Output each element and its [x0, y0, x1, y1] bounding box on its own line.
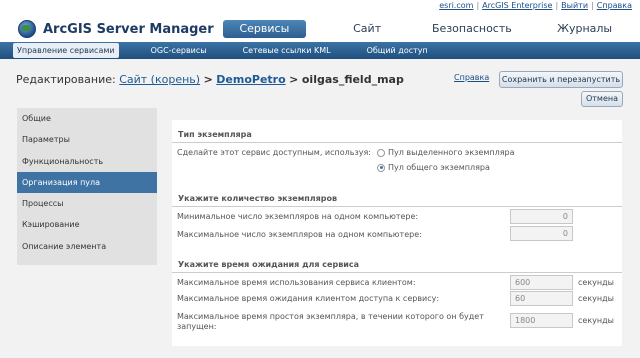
section-divider	[172, 272, 622, 273]
sub-nav: Управление сервисами OGC-сервисы Сетевые…	[0, 42, 640, 59]
breadcrumb: Редактирование: Сайт (корень) > DemoPetr…	[16, 73, 404, 86]
radio-dedicated-pool[interactable]: Пул выделенного экземпляра	[377, 148, 515, 157]
main-nav: Сервисы Сайт Безопасность Журналы	[223, 20, 626, 38]
sidebar: Общие Параметры Функциональность Организ…	[17, 108, 157, 265]
radio-shared-dot[interactable]	[377, 163, 385, 172]
tab-services[interactable]: Сервисы	[223, 20, 306, 38]
instance-type-prompt: Сделайте этот сервис доступным, использу…	[177, 148, 371, 157]
help-link[interactable]: Справка	[454, 73, 489, 82]
sidebar-item-processes[interactable]: Процессы	[17, 193, 157, 214]
max-usage-time-unit: секунды	[578, 278, 614, 287]
breadcrumb-folder[interactable]: DemoPetro	[216, 73, 285, 86]
max-wait-time-unit: секунды	[578, 294, 614, 303]
breadcrumb-service: oilgas_field_map	[301, 73, 404, 86]
sidebar-item-caching[interactable]: Кэширование	[17, 214, 157, 235]
max-idle-time-input[interactable]: 1800	[510, 313, 573, 328]
sidebar-item-general[interactable]: Общие	[17, 108, 157, 129]
link-separator: |	[591, 1, 594, 10]
breadcrumb-separator: >	[203, 73, 213, 86]
max-wait-time-input[interactable]: 60	[510, 291, 573, 306]
save-restart-button[interactable]: Сохранить и перезапустить	[499, 71, 623, 88]
link-separator: |	[476, 1, 480, 10]
link-help[interactable]: Справка	[597, 1, 632, 10]
globe-icon	[18, 20, 36, 38]
cancel-button[interactable]: Отмена	[581, 91, 623, 107]
subtab-kml-links[interactable]: Сетевые ссылки KML	[239, 43, 335, 58]
max-idle-time-label-line1: Максимальное время простоя экземпляра, в…	[177, 312, 484, 321]
max-usage-time-label: Максимальное время использования сервиса…	[177, 278, 416, 287]
tab-site[interactable]: Сайт	[326, 20, 409, 38]
top-links: esri.com | ArcGIS Enterprise | Выйти | Справка	[439, 1, 632, 10]
link-logout[interactable]: Выйти	[561, 1, 588, 10]
pooling-panel: Тип экземпляра Сделайте этот сервис дост…	[172, 120, 622, 346]
section-title-instance-count: Укажите количество экземпляров	[178, 194, 338, 203]
max-instances-label: Максимальное число экземпляров на одном …	[177, 230, 422, 239]
max-idle-time-label-line2: запущен:	[177, 322, 217, 331]
breadcrumb-root[interactable]: Сайт (корень)	[119, 73, 200, 86]
sidebar-item-item-description[interactable]: Описание элемента	[17, 236, 157, 257]
radio-shared-pool[interactable]: Пул общего экземпляра	[377, 163, 490, 172]
min-instances-label: Минимальное число экземпляров на одном к…	[177, 212, 419, 221]
subtab-manage-services[interactable]: Управление сервисами	[13, 43, 119, 58]
section-divider	[172, 142, 622, 143]
breadcrumb-separator: >	[289, 73, 299, 86]
section-divider	[172, 206, 622, 207]
section-title-instance-type: Тип экземпляра	[178, 130, 252, 139]
sidebar-item-capabilities[interactable]: Функциональность	[17, 151, 157, 172]
radio-dedicated-label: Пул выделенного экземпляра	[388, 148, 515, 157]
app-title: ArcGIS Server Manager	[43, 21, 214, 37]
link-esri[interactable]: esri.com	[439, 1, 473, 10]
tab-security[interactable]: Безопасность	[431, 20, 514, 38]
link-separator: |	[555, 1, 559, 10]
min-instances-input[interactable]: 0	[510, 209, 573, 224]
radio-dedicated-dot[interactable]	[377, 148, 385, 157]
app-logo: ArcGIS Server Manager	[18, 20, 214, 38]
subtab-sharing[interactable]: Общий доступ	[363, 43, 432, 58]
radio-shared-label: Пул общего экземпляра	[388, 163, 490, 172]
max-idle-time-unit: секунды	[578, 316, 614, 325]
link-arcgis-enterprise[interactable]: ArcGIS Enterprise	[482, 1, 552, 10]
section-title-timeouts: Укажите время ожидания для сервиса	[178, 260, 360, 269]
breadcrumb-prefix: Редактирование:	[16, 73, 116, 86]
max-instances-input[interactable]: 0	[510, 226, 573, 241]
sidebar-item-pooling[interactable]: Организация пула	[17, 171, 157, 194]
sidebar-item-parameters[interactable]: Параметры	[17, 129, 157, 150]
tab-logs[interactable]: Журналы	[543, 20, 626, 38]
max-usage-time-input[interactable]: 600	[510, 275, 573, 290]
subtab-ogc-services[interactable]: OGC-сервисы	[147, 43, 211, 58]
max-wait-time-label: Максимальное время ожидания клиентом дос…	[177, 294, 440, 303]
